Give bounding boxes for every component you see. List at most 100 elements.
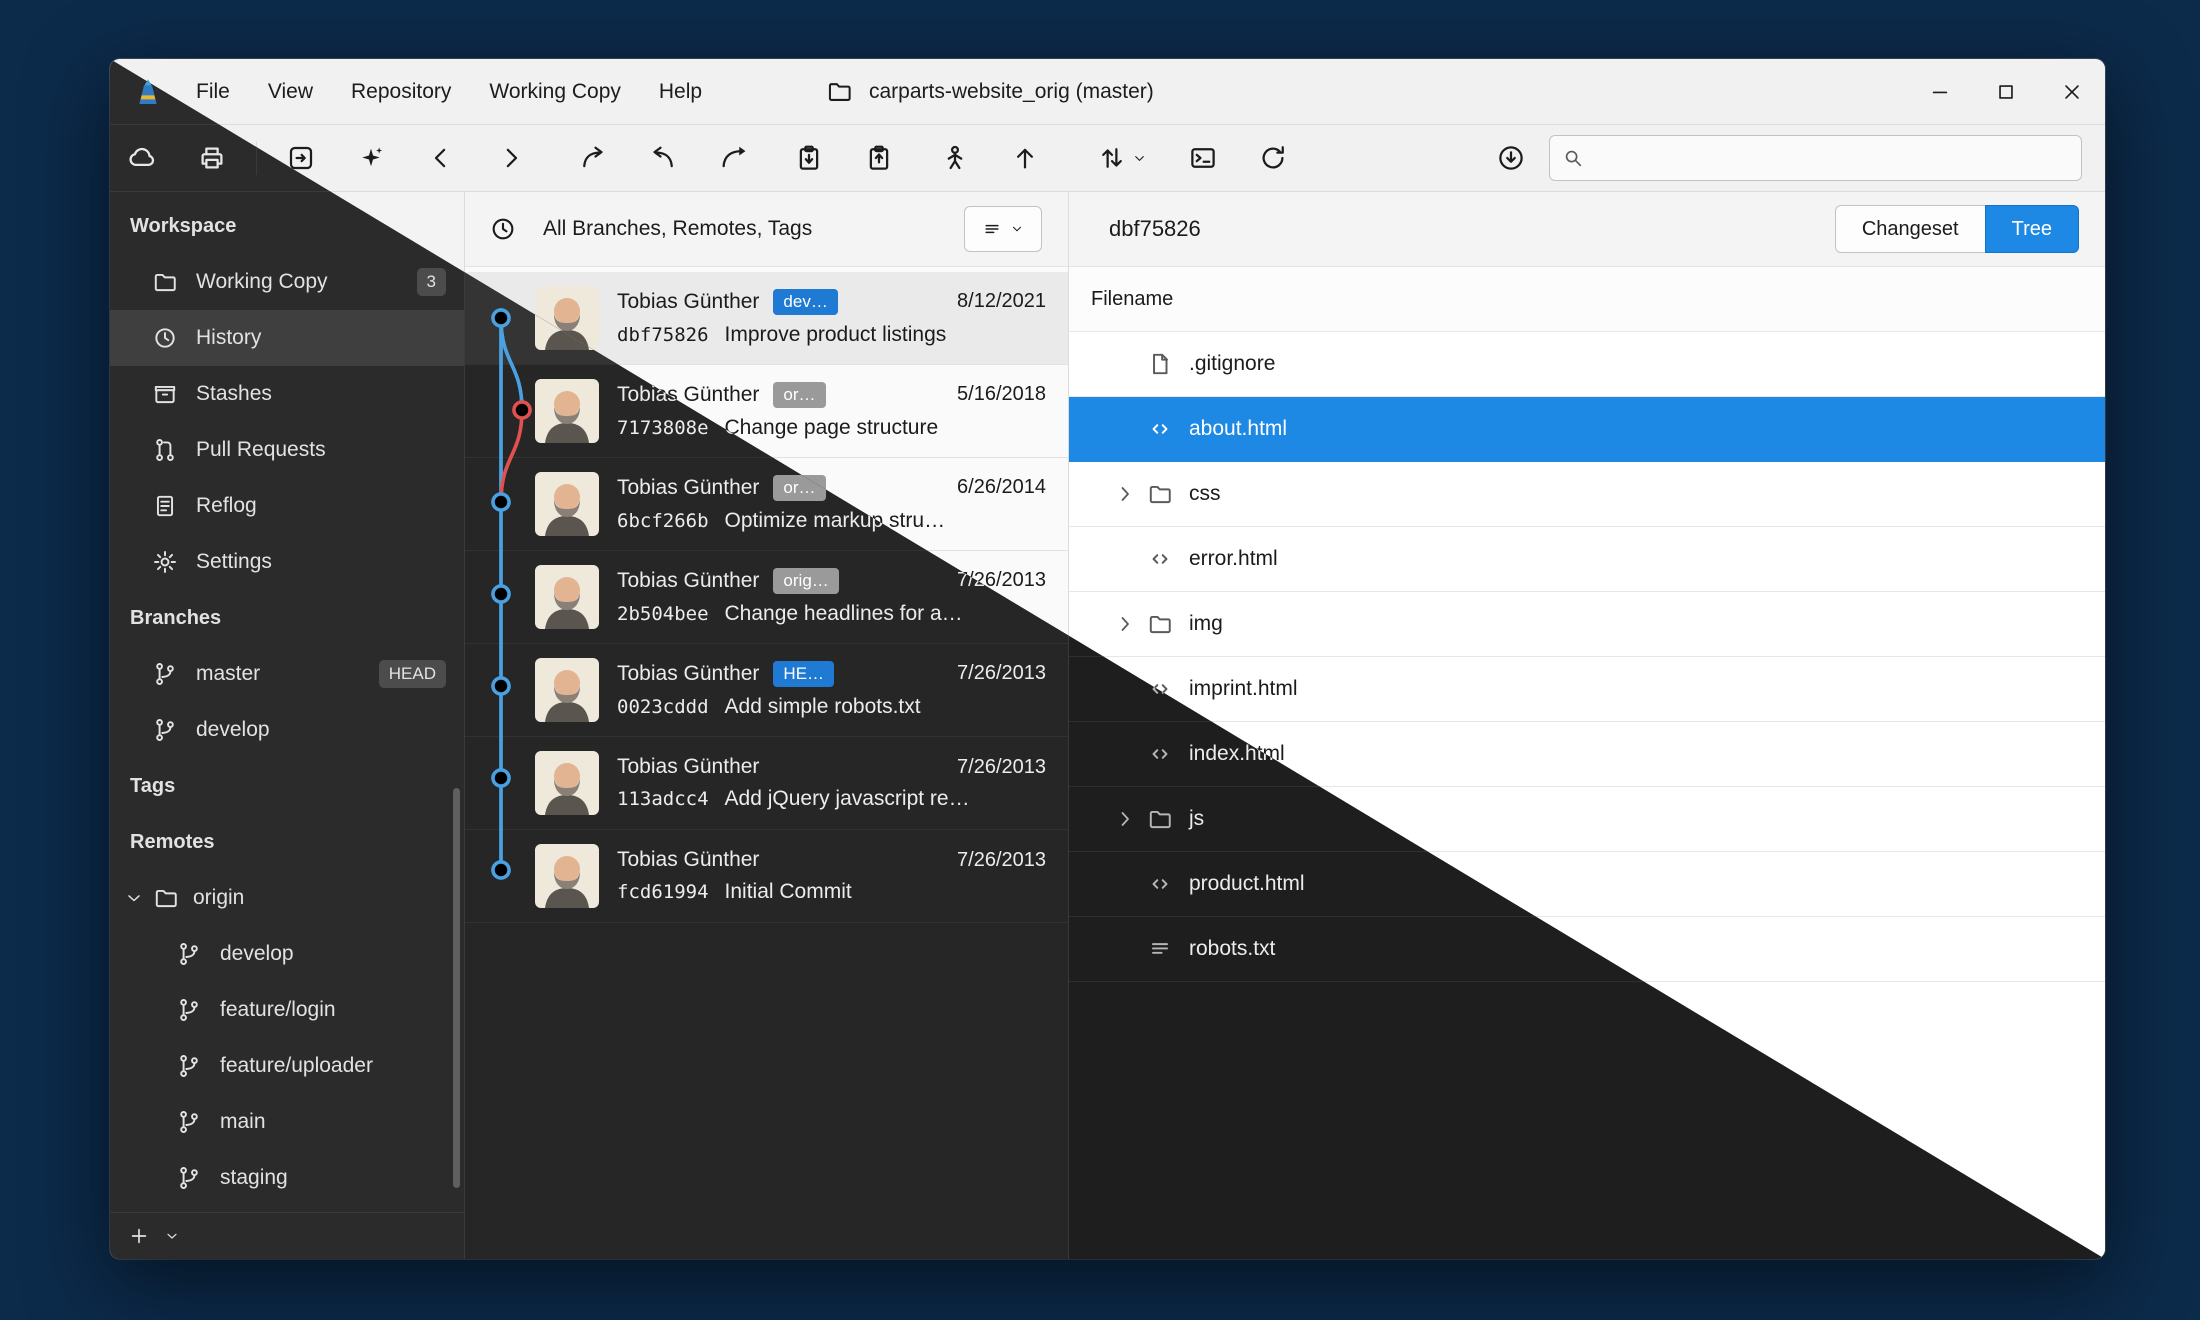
stash-save-button[interactable]: [783, 134, 835, 182]
branch-icon: [176, 941, 202, 967]
sidebar-item-working-copy[interactable]: Working Copy 3: [110, 254, 464, 310]
file-name: .gitignore: [1189, 352, 1275, 376]
commit-row[interactable]: Tobias Günther HE… 7/26/2013 0023cddd Ad…: [465, 644, 1068, 737]
chevron-down-icon[interactable]: [124, 888, 144, 908]
folder-icon: [1147, 481, 1173, 507]
file-row-about-html[interactable]: about.html: [1069, 397, 2105, 462]
commit-hash: 6bcf266b: [617, 510, 709, 532]
pull-request-icon: [152, 437, 178, 463]
sidebar-branch-master[interactable]: master HEAD: [110, 646, 464, 702]
sidebar-item-history[interactable]: History: [110, 310, 464, 366]
push-button[interactable]: [999, 134, 1051, 182]
file-name: js: [1189, 807, 1204, 831]
sidebar-remote-origin[interactable]: origin: [110, 870, 464, 926]
tree-view-button[interactable]: Tree: [1985, 205, 2079, 253]
file-icon: [1147, 351, 1173, 377]
commit-author: Tobias Günther: [617, 848, 759, 872]
remotes-section-header: Remotes: [110, 814, 464, 870]
branch-badge: dev…: [773, 289, 837, 315]
menu-working-copy[interactable]: Working Copy: [489, 80, 621, 104]
forward-button[interactable]: [485, 134, 537, 182]
archive-icon: [152, 381, 178, 407]
chevron-spacer: [1113, 742, 1137, 766]
person-icon: [940, 143, 970, 173]
undo-button[interactable]: [637, 134, 689, 182]
compare-branches-button[interactable]: [1085, 134, 1159, 182]
folder-row-css[interactable]: css: [1069, 462, 2105, 527]
minimize-button[interactable]: [1907, 59, 1973, 124]
code-icon: [1147, 416, 1173, 442]
refresh-button[interactable]: [1247, 134, 1299, 182]
sidebar-remote-branch-staging[interactable]: staging: [110, 1150, 464, 1206]
search-icon: [1562, 147, 1584, 169]
chevron-right-icon[interactable]: [1113, 807, 1137, 831]
folder-row-img[interactable]: img: [1069, 592, 2105, 657]
chevron-right-icon[interactable]: [1113, 612, 1137, 636]
branch-icon: [176, 1109, 202, 1135]
sidebar-remote-branch-feature-uploader[interactable]: feature/uploader: [110, 1038, 464, 1094]
commit-row[interactable]: Tobias Günther 7/26/2013 fcd61994 Initia…: [465, 830, 1068, 923]
file-row-gitignore[interactable]: .gitignore: [1069, 332, 2105, 397]
avatar: [535, 472, 599, 536]
commit-author: Tobias Günther: [617, 755, 759, 779]
refresh-icon: [1258, 143, 1288, 173]
file-row-error-html[interactable]: error.html: [1069, 527, 2105, 592]
changeset-view-button[interactable]: Changeset: [1835, 205, 1985, 253]
branches-section-header: Branches: [110, 590, 464, 646]
cloud-button[interactable]: [116, 134, 168, 182]
pull-button[interactable]: [929, 134, 981, 182]
detail-header: dbf75826 Changeset Tree: [1069, 192, 2105, 267]
search-input[interactable]: [1549, 135, 2082, 181]
branch-icon: [176, 1165, 202, 1191]
back-button[interactable]: [415, 134, 467, 182]
menu-repository[interactable]: Repository: [351, 80, 451, 104]
quick-actions-button[interactable]: [345, 134, 397, 182]
file-name: robots.txt: [1189, 937, 1275, 961]
folder-icon: [1147, 806, 1173, 832]
compare-arrows-icon: [1097, 143, 1127, 173]
stash-apply-button[interactable]: [853, 134, 905, 182]
sidebar-remote-branch-develop[interactable]: develop: [110, 926, 464, 982]
chevron-down-icon[interactable]: [164, 1228, 180, 1244]
folder-icon: [826, 78, 853, 105]
sidebar: Workspace Working Copy 3 History Stashes…: [110, 192, 465, 1259]
window-controls: [1907, 59, 2105, 124]
print-button[interactable]: [186, 134, 238, 182]
sidebar-item-stashes[interactable]: Stashes: [110, 366, 464, 422]
menu-file[interactable]: File: [196, 80, 230, 104]
app-window: File View Repository Working Copy Help c…: [110, 59, 2105, 1259]
add-repository-button[interactable]: [128, 1225, 150, 1247]
gear-icon: [152, 549, 178, 575]
folder-icon: [1147, 611, 1173, 637]
sidebar-remote-branch-main[interactable]: main: [110, 1094, 464, 1150]
remote-label: origin: [193, 886, 244, 910]
sidebar-item-pull-requests[interactable]: Pull Requests: [110, 422, 464, 478]
maximize-button[interactable]: [1973, 59, 2039, 124]
menu-view[interactable]: View: [268, 80, 313, 104]
terminal-button[interactable]: [1177, 134, 1229, 182]
cherry-pick-button[interactable]: [707, 134, 759, 182]
sidebar-item-reflog[interactable]: Reflog: [110, 478, 464, 534]
commit-date: 5/16/2018: [957, 383, 1046, 406]
sidebar-item-label: Working Copy: [196, 270, 328, 294]
history-options-button[interactable]: [964, 206, 1042, 252]
menu-help[interactable]: Help: [659, 80, 702, 104]
checkout-button[interactable]: [567, 134, 619, 182]
clipboard-up-icon: [864, 143, 894, 173]
branch-filter-label: All Branches, Remotes, Tags: [543, 217, 812, 241]
head-badge: HE…: [773, 661, 834, 687]
commit-row[interactable]: Tobias Günther 7/26/2013 113adcc4 Add jQ…: [465, 737, 1068, 830]
close-button[interactable]: [2039, 59, 2105, 124]
sidebar-item-settings[interactable]: Settings: [110, 534, 464, 590]
file-row-imprint-html[interactable]: imprint.html: [1069, 657, 2105, 722]
download-button[interactable]: [1485, 134, 1537, 182]
chevron-right-icon[interactable]: [1113, 482, 1137, 506]
branch-label: feature/uploader: [220, 1054, 373, 1078]
sidebar-branch-develop[interactable]: develop: [110, 702, 464, 758]
sidebar-scrollbar[interactable]: [453, 788, 460, 1188]
cloud-icon: [127, 143, 157, 173]
commit-hash: 7173808e: [617, 417, 709, 439]
branch-icon: [176, 997, 202, 1023]
commit-date: 7/26/2013: [957, 849, 1046, 872]
sidebar-remote-branch-feature-login[interactable]: feature/login: [110, 982, 464, 1038]
